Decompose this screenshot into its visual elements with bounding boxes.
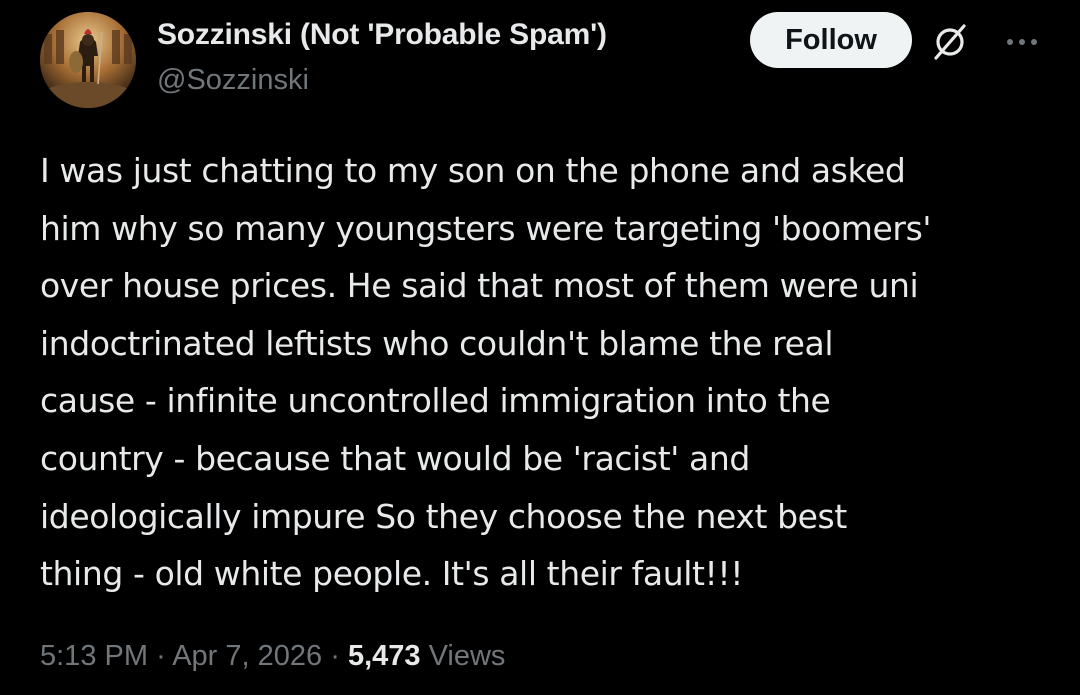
tweet-line: country - because that would be 'racist'… (40, 438, 750, 478)
tweet-line: him why so many youngsters were targetin… (40, 208, 932, 248)
meta-separator: · (156, 640, 166, 672)
views-label: Views (428, 640, 506, 672)
grok-icon[interactable] (928, 20, 972, 64)
author-display-name[interactable]: Sozzinski (Not 'Probable Spam') (157, 18, 607, 52)
tweet-date[interactable]: Apr 7, 2026 (172, 640, 322, 672)
tweet-line: I was just chatting to my son on the pho… (40, 151, 906, 190)
more-icon[interactable] (1000, 20, 1044, 64)
tweet-line: indoctrinated leftists who couldn't blam… (40, 323, 834, 363)
gladiator-avatar-icon (40, 12, 136, 108)
tweet-line: cause - infinite uncontrolled immigratio… (40, 381, 831, 421)
follow-button[interactable]: Follow (750, 12, 912, 68)
tweet-card: Sozzinski (Not 'Probable Spam') @Sozzins… (0, 0, 1080, 695)
tweet-line: thing - old white people. It's all their… (40, 554, 744, 594)
tweet-meta: 5:13 PM · Apr 7, 2026 · 5,473 Views (40, 640, 505, 673)
tweet-line: over house prices. He said that most of … (40, 266, 919, 306)
author-avatar[interactable] (40, 12, 136, 108)
author-handle[interactable]: @Sozzinski (157, 64, 309, 97)
tweet-time[interactable]: 5:13 PM (40, 640, 148, 672)
views-count[interactable]: 5,473 (348, 640, 421, 672)
tweet-text: I was just chatting to my son on the pho… (40, 142, 1050, 603)
tweet-line: ideologically impure So they choose the … (40, 496, 847, 536)
meta-separator: · (330, 640, 340, 672)
